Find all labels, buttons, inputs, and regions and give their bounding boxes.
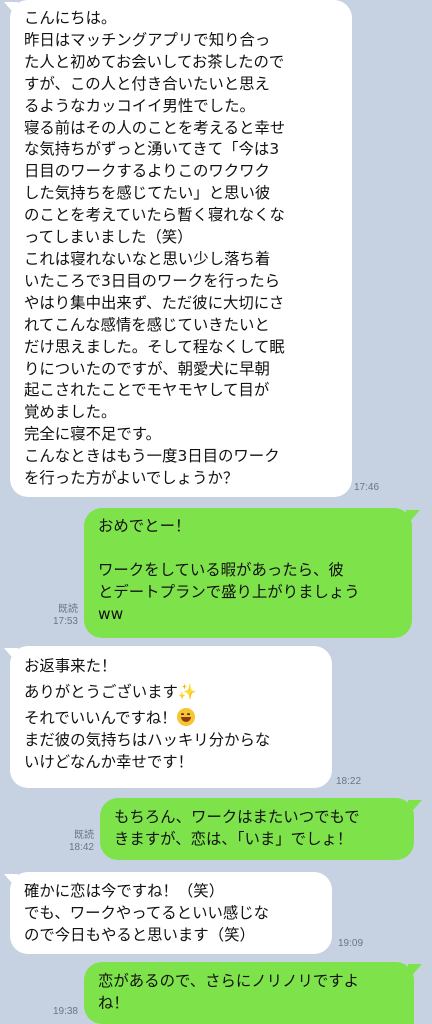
- message-line: ワークをしている暇があったら、彼: [98, 561, 344, 579]
- message-time: 19:38: [52, 1006, 78, 1017]
- message-time: 18:42: [68, 842, 94, 853]
- message-line: な気持ちがずっと湧いてきて「今は3: [24, 140, 280, 159]
- message-line: るようなカッコイイ男性でした。: [24, 96, 255, 115]
- message-line: これは寝れないなと思い少し落ち着: [24, 249, 271, 268]
- message-line: ありがとうございます✨: [24, 681, 318, 703]
- message-line: ね！: [98, 994, 129, 1012]
- message-time: 17:53: [52, 616, 78, 627]
- message-line: いたころで3日目のワークを行ったら: [24, 271, 281, 290]
- message-bubble[interactable]: お返事来た！ ありがとうございます✨ それでいいんですね！ まだ彼の気持ちはハッ…: [10, 646, 332, 788]
- message-meta: 19:09: [338, 938, 363, 950]
- message-bubble[interactable]: こんにちは。 昨日はマッチングアプリで知り合っ た人と初めてお会いしてお茶したの…: [10, 0, 352, 497]
- message-bubble[interactable]: おめでとー！ ワークをしている暇があったら、彼 とデートプランで盛り上がりましょ…: [84, 508, 412, 638]
- message-line: 覚めました。: [24, 403, 117, 422]
- message-line: た人と初めてお会いしてお茶したので: [24, 52, 285, 71]
- message-bubble[interactable]: 恋があるので、さらにノリノリですよ ね！: [84, 962, 414, 1024]
- message-line: 恋があるので、さらにノリノリですよ: [98, 972, 360, 990]
- message-line: ww: [98, 605, 124, 623]
- message-meta: 19:38: [40, 1006, 78, 1018]
- message-text: それでいいんですね！: [24, 709, 177, 727]
- message-line: とデートプランで盛り上がりましょう: [98, 583, 360, 601]
- grinning-sweat-face-icon: [176, 708, 195, 726]
- message-line: いけどなんか幸せです！: [24, 753, 193, 771]
- message-bubble[interactable]: もちろん、ワークはまたいつでもで きますが、恋は、「いま」でしょ！: [100, 798, 414, 860]
- message-line: やはり集中出来ず、ただ彼に大切にさ: [24, 293, 285, 312]
- message-line: まだ彼の気持ちはハッキリ分からな: [24, 731, 271, 749]
- message-line: だけ思えました。そして程なくして眠: [24, 337, 285, 356]
- sparkles-icon: ✨: [177, 683, 198, 701]
- message-line: 確かに恋は今ですね！（笑）: [24, 882, 225, 900]
- message-bubble[interactable]: 確かに恋は今ですね！（笑） でも、ワークやってるといい感じな ので今日もやると思…: [10, 872, 332, 954]
- message-meta: 既読 18:42: [56, 830, 94, 854]
- message-line: おめでとー！: [98, 517, 191, 535]
- message-meta: 18:22: [336, 776, 361, 788]
- read-receipt: 既読: [58, 604, 78, 615]
- message-time: 19:09: [338, 938, 364, 949]
- message-line: れてこんな感情を感じていきたいと: [24, 315, 270, 334]
- message-line: のことを考えていたら暫く寝れなくな: [24, 206, 285, 225]
- message-time: 17:46: [354, 482, 380, 493]
- message-line: [98, 537, 398, 559]
- message-line: 日目のワークするよりこのワクワク: [24, 162, 270, 181]
- message-line: した気持ちを感じてたい」と思い彼: [24, 184, 271, 203]
- message-line: 起こされたことでモヤモヤして目が: [24, 381, 270, 400]
- bubble-tail: [408, 800, 422, 816]
- message-line: でも、ワークやってるといい感じな: [24, 904, 270, 922]
- message-line: 昨日はマッチングアプリで知り合っ: [24, 30, 271, 49]
- message-line: すが、この人と付き合いたいと思え: [24, 74, 270, 93]
- message-line: 完全に寝不足です。: [24, 425, 161, 444]
- chat-log: こんにちは。 昨日はマッチングアプリで知り合っ た人と初めてお会いしてお茶したの…: [0, 0, 432, 1024]
- bubble-tail: [408, 964, 422, 980]
- message-line: ので今日もやると思います（笑）: [24, 926, 255, 944]
- message-line: を行った方がよいでしょうか？: [24, 469, 239, 488]
- message-meta: 17:46: [354, 482, 379, 494]
- message-time: 18:22: [336, 776, 362, 787]
- message-text: ありがとうございます: [24, 683, 178, 701]
- message-line: こんなときはもう一度3日目のワーク: [24, 447, 280, 466]
- message-meta: 既読 17:53: [40, 604, 78, 628]
- message-line: きますが、恋は、「いま」でしょ！: [114, 830, 353, 848]
- message-line: こんにちは。: [24, 9, 117, 27]
- bubble-tail: [406, 510, 420, 526]
- message-line: ってしまいました（笑）: [24, 228, 193, 247]
- message-line: お返事来た！: [24, 657, 117, 675]
- message-line: 寝る前はその人のことを考えると幸せ: [24, 118, 286, 137]
- message-line: それでいいんですね！: [24, 707, 318, 729]
- message-line: もちろん、ワークはまたいつでもで: [114, 808, 360, 826]
- message-line: りについたのですが、朝愛犬に早朝: [24, 359, 270, 378]
- read-receipt: 既読: [74, 830, 94, 841]
